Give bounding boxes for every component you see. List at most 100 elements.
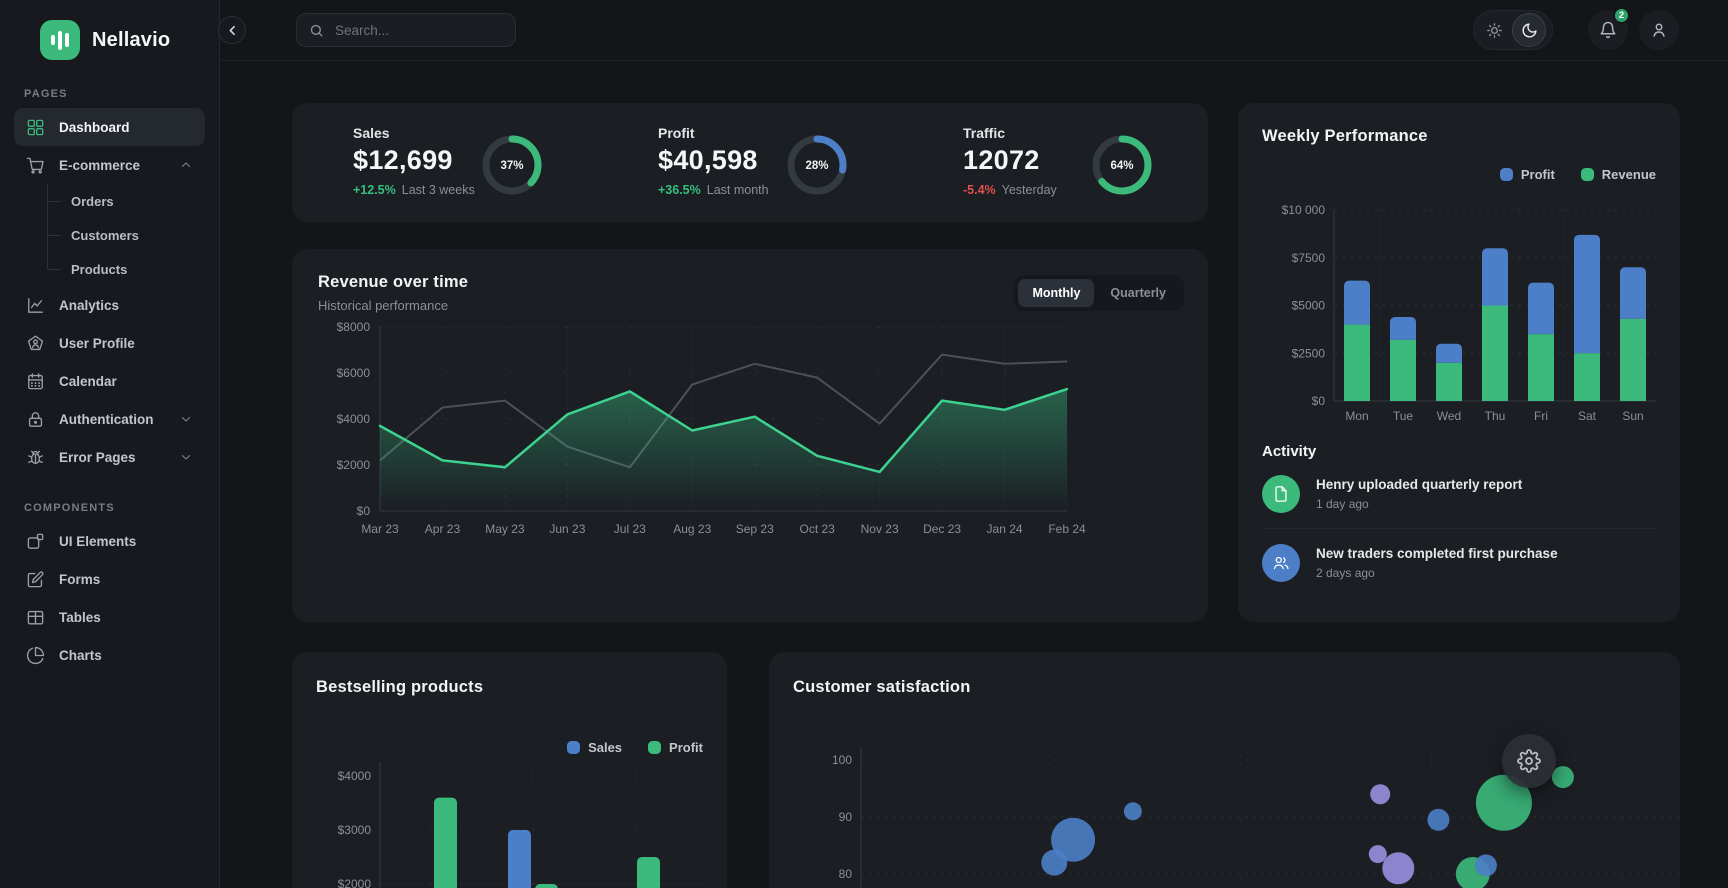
- activity-list: Henry uploaded quarterly report 1 day ago…: [1262, 460, 1656, 597]
- sidebar-item-forms[interactable]: Forms: [14, 560, 205, 598]
- svg-text:$0: $0: [1312, 394, 1326, 408]
- sidebar-section-label: PAGES: [24, 88, 68, 100]
- sidebar-item-label: UI Elements: [59, 533, 137, 549]
- sidebar-item-label: Analytics: [59, 297, 120, 313]
- sidebar-item-label: Charts: [59, 647, 102, 663]
- activity-item[interactable]: Henry uploaded quarterly report 1 day ago: [1262, 460, 1656, 528]
- svg-text:Jul 23: Jul 23: [614, 522, 646, 536]
- svg-text:Mar 23: Mar 23: [361, 522, 399, 536]
- sidebar-nav: PAGES Dashboard E-commerce Orders Customers P…: [0, 88, 219, 674]
- brand[interactable]: Nellavio: [0, 0, 219, 62]
- chevron-up-icon[interactable]: [179, 158, 193, 172]
- chevron-down-icon[interactable]: [179, 450, 193, 464]
- svg-text:Aug 23: Aug 23: [673, 522, 711, 536]
- svg-text:$8000: $8000: [337, 320, 371, 334]
- dark-mode-button[interactable]: [1512, 13, 1546, 47]
- svg-text:Sep 23: Sep 23: [736, 522, 774, 536]
- search-box[interactable]: [296, 13, 516, 47]
- svg-text:May 23: May 23: [485, 522, 525, 536]
- sidebar-item-label: Error Pages: [59, 449, 136, 465]
- sidebar-collapse-button[interactable]: [218, 16, 246, 44]
- activity-time: 1 day ago: [1316, 497, 1369, 511]
- settings-fab-button[interactable]: [1502, 734, 1556, 788]
- stat-profit: Profit $40,598 +36.5% Last month 28%: [597, 103, 902, 222]
- sidebar-item-tables[interactable]: Tables: [14, 598, 205, 636]
- bell-icon: [1599, 21, 1617, 39]
- svg-text:100: 100: [832, 753, 852, 767]
- activity-text: Henry uploaded quarterly report: [1316, 477, 1523, 492]
- calendar-icon: [26, 372, 45, 391]
- stat-value: $40,598: [658, 145, 758, 175]
- sidebar: Nellavio PAGES Dashboard E-commerce Orders C…: [0, 0, 220, 888]
- user-avatar-icon: [1650, 21, 1668, 39]
- svg-text:Thu: Thu: [1485, 409, 1506, 423]
- sidebar-item-charts[interactable]: Charts: [14, 636, 205, 674]
- bestselling-products-card: Bestselling products Sales Profit $4000 $3…: [292, 652, 727, 888]
- profile-button[interactable]: [1639, 10, 1679, 50]
- ui-elements-icon: [26, 532, 45, 551]
- svg-text:Sun: Sun: [1622, 409, 1643, 423]
- svg-text:$2000: $2000: [338, 877, 372, 888]
- svg-text:Mon: Mon: [1345, 409, 1368, 423]
- svg-text:64%: 64%: [1110, 160, 1133, 172]
- activity-text: New traders completed first purchase: [1316, 546, 1558, 561]
- activity-panel: Activity Henry uploaded quarterly report…: [1262, 443, 1656, 597]
- stat-traffic: Traffic 12072 -5.4% Yesterday 64%: [902, 103, 1207, 222]
- bug-icon: [26, 448, 45, 467]
- topbar: 2: [220, 0, 1728, 61]
- analytics-icon: [26, 296, 45, 315]
- sidebar-item-label: User Profile: [59, 335, 135, 351]
- activity-title: Activity: [1262, 443, 1317, 460]
- sidebar-section-label: COMPONENTS: [24, 502, 115, 514]
- svg-text:$10 000: $10 000: [1282, 203, 1326, 217]
- stat-delta: +36.5%: [658, 183, 701, 197]
- svg-text:Fri: Fri: [1534, 409, 1548, 423]
- theme-toggle: [1473, 10, 1553, 50]
- chevron-down-icon[interactable]: [179, 412, 193, 426]
- svg-text:Apr 23: Apr 23: [425, 522, 461, 536]
- pie-icon: [26, 646, 45, 665]
- sidebar-item-e-commerce[interactable]: E-commerce: [14, 146, 205, 184]
- activity-item[interactable]: New traders completed first purchase 2 da…: [1262, 529, 1656, 597]
- file-icon: [1262, 475, 1300, 513]
- lock-icon: [26, 410, 45, 429]
- brand-name: Nellavio: [92, 28, 171, 51]
- donut-gauge: 28%: [787, 135, 847, 195]
- sidebar-item-user-profile[interactable]: User Profile: [14, 324, 205, 362]
- gear-icon: [1517, 749, 1541, 773]
- stat-donut: 28%: [785, 133, 849, 202]
- sidebar-item-products[interactable]: Products: [47, 252, 219, 286]
- search-icon: [309, 23, 324, 38]
- svg-text:$6000: $6000: [337, 366, 371, 380]
- stat-period: Last 3 weeks: [401, 183, 475, 197]
- svg-text:$5000: $5000: [1292, 299, 1326, 313]
- sidebar-subitem-label: Products: [71, 261, 128, 277]
- sidebar-item-label: Dashboard: [59, 119, 130, 135]
- notifications-button[interactable]: 2: [1588, 7, 1630, 50]
- svg-text:Wed: Wed: [1437, 409, 1461, 423]
- table-icon: [26, 608, 45, 627]
- sidebar-item-analytics[interactable]: Analytics: [14, 286, 205, 324]
- stat-value: $12,699: [353, 145, 453, 175]
- light-mode-button[interactable]: [1476, 13, 1512, 47]
- sidebar-item-error-pages[interactable]: Error Pages: [14, 438, 205, 476]
- activity-time: 2 days ago: [1316, 566, 1375, 580]
- svg-text:$2000: $2000: [337, 458, 371, 472]
- chevron-left-icon: [226, 24, 239, 37]
- stat-donut: 37%: [480, 133, 544, 202]
- donut-gauge: 64%: [1092, 135, 1152, 195]
- svg-text:28%: 28%: [805, 160, 828, 172]
- sidebar-item-calendar[interactable]: Calendar: [14, 362, 205, 400]
- sidebar-item-customers[interactable]: Customers: [47, 218, 219, 252]
- stat-period: Last month: [706, 183, 769, 197]
- sidebar-item-authentication[interactable]: Authentication: [14, 400, 205, 438]
- sidebar-subitem-label: Orders: [71, 193, 114, 209]
- sidebar-item-orders[interactable]: Orders: [47, 184, 219, 218]
- svg-text:Oct 23: Oct 23: [800, 522, 836, 536]
- sidebar-item-dashboard[interactable]: Dashboard: [14, 108, 205, 146]
- search-input[interactable]: [333, 21, 493, 39]
- sidebar-item-ui-elements[interactable]: UI Elements: [14, 522, 205, 560]
- svg-text:Sat: Sat: [1578, 409, 1597, 423]
- svg-text:Tue: Tue: [1393, 409, 1414, 423]
- moon-icon: [1521, 22, 1538, 39]
